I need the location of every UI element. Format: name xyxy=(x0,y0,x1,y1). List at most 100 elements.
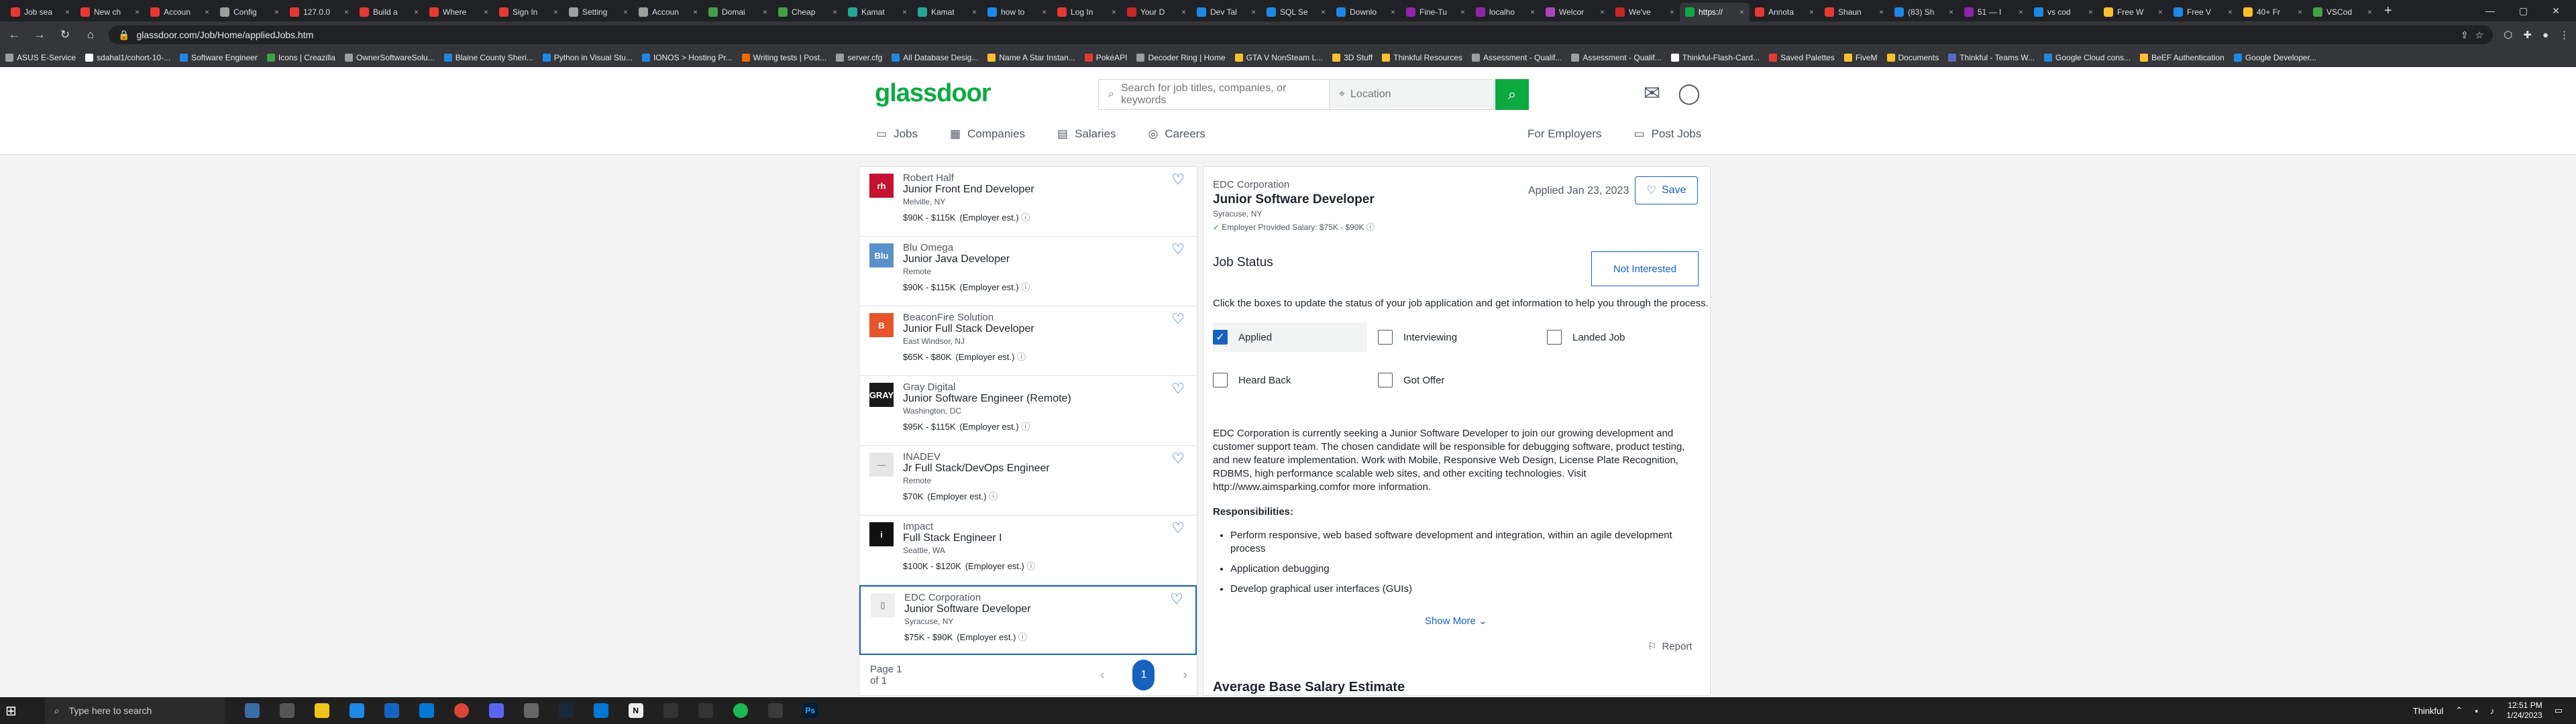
nav-jobs[interactable]: ▭ Jobs xyxy=(876,127,918,141)
vscode-icon[interactable] xyxy=(593,703,608,718)
browser-tab[interactable]: Accoun × xyxy=(633,3,703,21)
close-tab-icon[interactable]: × xyxy=(2158,7,2163,17)
info-icon[interactable]: ⓘ xyxy=(1024,561,1035,571)
info-icon[interactable]: ⓘ xyxy=(1019,213,1030,223)
nav-for-employers[interactable]: For Employers xyxy=(1527,127,1602,141)
close-tab-icon[interactable]: × xyxy=(1321,7,1326,17)
close-tab-icon[interactable]: × xyxy=(1460,7,1465,17)
save-button[interactable]: ♡ Save xyxy=(1635,176,1698,204)
browser-tab[interactable]: Downlo × xyxy=(1331,3,1401,21)
bookmark-item[interactable]: Google Cloud cons... xyxy=(2044,53,2131,62)
bookmark-star-icon[interactable]: ☆ xyxy=(2475,29,2484,41)
file-explorer-icon[interactable] xyxy=(314,703,329,718)
chevron-up-icon[interactable]: ⌃ xyxy=(2455,705,2463,716)
bookmark-item[interactable]: 3D Stuff xyxy=(1332,53,1373,62)
job-card[interactable]: B BeaconFire Solution Junior Full Stack De… xyxy=(859,306,1197,376)
close-window-icon[interactable]: ✕ xyxy=(2552,5,2560,17)
close-tab-icon[interactable]: × xyxy=(414,7,419,17)
browser-tab[interactable]: Kamat × xyxy=(912,3,982,21)
photoshop-icon[interactable]: Ps xyxy=(802,703,818,718)
bookmark-item[interactable]: All Database Desig... xyxy=(892,53,978,62)
info-icon[interactable]: ⓘ xyxy=(1019,422,1030,432)
glassdoor-logo[interactable]: glassdoor xyxy=(875,79,991,108)
browser-tab[interactable]: https:// × xyxy=(1680,3,1750,21)
prev-page-icon[interactable]: ‹ xyxy=(1100,668,1105,683)
bookmark-item[interactable]: Writing tests | Post... xyxy=(741,53,826,62)
notification-icon[interactable]: ▭ xyxy=(2555,705,2563,716)
bookmark-item[interactable]: Thinkful - Teams W... xyxy=(1948,53,2035,62)
bookmark-item[interactable]: Decoder Ring | Home xyxy=(1136,53,1226,62)
bookmark-item[interactable]: Assessment - Qualif... xyxy=(1471,53,1562,62)
browser-tab[interactable]: Cheap × xyxy=(773,3,843,21)
browser-tab[interactable]: Kamat × xyxy=(843,3,912,21)
nav-post-jobs[interactable]: ▭ Post Jobs xyxy=(1634,127,1702,141)
close-tab-icon[interactable]: × xyxy=(1042,7,1046,17)
info-icon[interactable]: ⓘ xyxy=(987,491,998,501)
close-tab-icon[interactable]: × xyxy=(833,7,837,17)
keyword-search-input[interactable]: ⌕ Search for job titles, companies, or k… xyxy=(1099,80,1329,109)
browser-tab[interactable]: 127.0.0 × xyxy=(284,3,354,21)
heart-icon[interactable]: ♡ xyxy=(1171,520,1185,537)
heart-icon[interactable]: ♡ xyxy=(1171,310,1185,328)
location-input[interactable]: ⌖ Location xyxy=(1329,80,1493,109)
close-tab-icon[interactable]: × xyxy=(1739,7,1744,17)
nav-salaries[interactable]: ▤ Salaries xyxy=(1057,127,1116,141)
browser-tab[interactable]: Fine-Tu × xyxy=(1401,3,1470,21)
app-icon[interactable] xyxy=(523,703,539,718)
close-tab-icon[interactable]: × xyxy=(1391,7,1395,17)
info-icon[interactable]: ⓘ xyxy=(1014,352,1026,362)
chrome-icon[interactable] xyxy=(453,703,469,718)
word-icon[interactable] xyxy=(349,703,364,718)
network-icon[interactable]: ▪ xyxy=(2475,706,2478,716)
close-tab-icon[interactable]: × xyxy=(2088,7,2093,17)
app-icon[interactable] xyxy=(767,703,783,718)
bookmark-item[interactable]: FiveM xyxy=(1843,53,1878,62)
close-tab-icon[interactable]: × xyxy=(2228,7,2233,17)
close-tab-icon[interactable]: × xyxy=(2367,7,2372,17)
close-tab-icon[interactable]: × xyxy=(1809,7,1814,17)
close-tab-icon[interactable]: × xyxy=(902,7,907,17)
close-tab-icon[interactable]: × xyxy=(484,7,488,17)
steam-icon[interactable] xyxy=(558,703,574,718)
info-icon[interactable]: ⓘ xyxy=(1016,632,1027,642)
clock[interactable]: 12:51 PM 1/24/2023 xyxy=(2506,701,2542,721)
browser-tab[interactable]: We've × xyxy=(1610,3,1680,21)
browser-tab[interactable]: Sign In × xyxy=(494,3,564,21)
heart-icon[interactable]: ♡ xyxy=(1171,241,1185,258)
nav-careers[interactable]: ◎ Careers xyxy=(1148,127,1205,141)
cortana-icon[interactable] xyxy=(244,703,260,718)
maximize-icon[interactable]: ▢ xyxy=(2519,5,2528,17)
browser-tab[interactable]: vs cod × xyxy=(2029,3,2098,21)
job-card[interactable]: GRAY Gray Digital Junior Software Engineer… xyxy=(859,376,1197,446)
bookmark-item[interactable]: Name A Star Instan... xyxy=(987,53,1075,62)
browser-tab[interactable]: VSCod × xyxy=(2308,3,2377,21)
browser-tab[interactable]: localho × xyxy=(1470,3,1540,21)
browser-tab[interactable]: 40+ Fr × xyxy=(2238,3,2308,21)
store-icon[interactable] xyxy=(384,703,399,718)
extension-icon[interactable]: ⬡ xyxy=(2504,29,2512,41)
close-tab-icon[interactable]: × xyxy=(1949,7,1953,17)
browser-tab[interactable]: Free V × xyxy=(2168,3,2238,21)
browser-tab[interactable]: Dev Tal × xyxy=(1191,3,1261,21)
detail-company[interactable]: EDC Corporation xyxy=(1213,179,1289,190)
browser-tab[interactable]: Where × xyxy=(424,3,494,21)
info-icon[interactable]: ⓘ xyxy=(1366,223,1375,232)
close-tab-icon[interactable]: × xyxy=(2019,7,2023,17)
browser-tab[interactable]: Job sea × xyxy=(5,3,75,21)
report-link[interactable]: ⚐ Report xyxy=(1648,640,1692,653)
bookmark-item[interactable]: ASUS E-Service xyxy=(5,53,76,62)
bookmark-item[interactable]: Google Developer... xyxy=(2233,53,2316,62)
bookmark-item[interactable]: BeEF Authentication xyxy=(2140,53,2224,62)
spotify-icon[interactable] xyxy=(733,703,748,718)
browser-tab[interactable]: Log In × xyxy=(1052,3,1122,21)
bookmark-item[interactable]: Assessment - Qualif... xyxy=(1571,53,1662,62)
new-tab-icon[interactable]: + xyxy=(2377,3,2399,19)
browser-tab[interactable]: Accoun × xyxy=(145,3,215,21)
profile-icon[interactable]: ● xyxy=(2542,29,2548,41)
job-card[interactable]: — INADEV Jr Full Stack/DevOps Engineer Remo… xyxy=(859,446,1197,516)
bookmark-item[interactable]: Python in Visual Stu... xyxy=(542,53,633,62)
status-checkbox-landed-job[interactable]: Landed Job xyxy=(1547,322,1625,352)
outlook-icon[interactable] xyxy=(419,703,434,718)
browser-tab[interactable]: Your D × xyxy=(1122,3,1191,21)
close-tab-icon[interactable]: × xyxy=(205,7,209,17)
